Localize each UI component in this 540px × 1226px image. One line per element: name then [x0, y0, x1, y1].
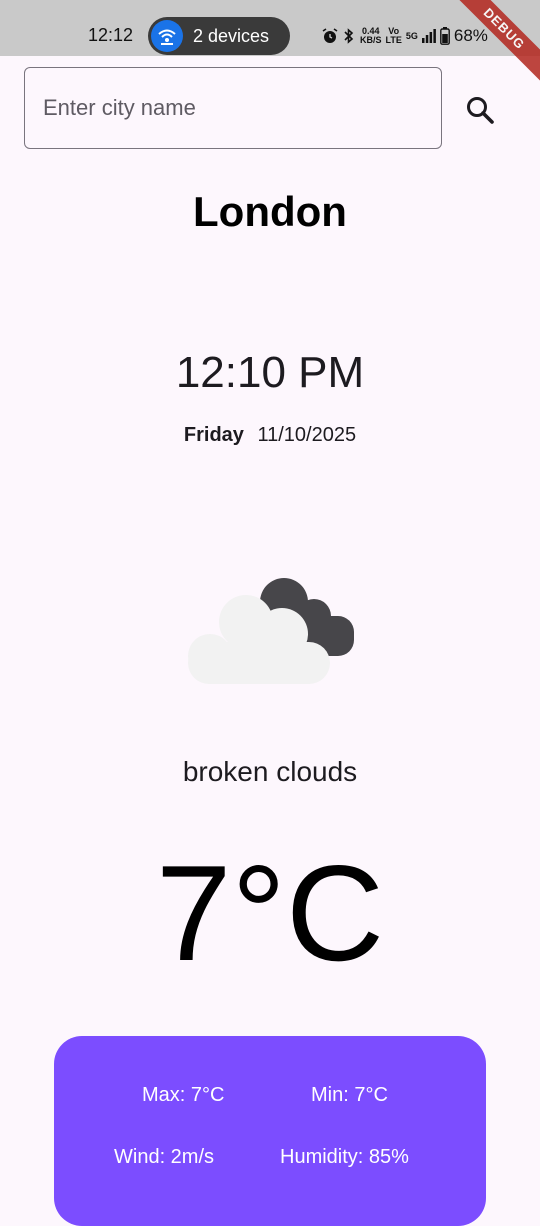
- min-temp: Min: 7°C: [311, 1084, 388, 1106]
- signal-icon: [421, 29, 436, 43]
- broken-clouds-icon: [180, 570, 360, 695]
- status-icons: 0.44 KB/S Vo LTE 5G 68%: [322, 25, 488, 47]
- status-bar: 12:12 2 devices 0.44 KB/S Vo LTE 5G 68%: [0, 0, 540, 56]
- network-type: 5G: [405, 30, 418, 41]
- temperature: 7°C: [155, 837, 385, 989]
- date-row: Friday 11/10/2025: [0, 424, 540, 447]
- date: 11/10/2025: [257, 424, 357, 446]
- devices-label: 2 devices: [193, 26, 270, 46]
- hotspot-icon: [151, 20, 183, 52]
- network-speed: 0.44 KB/S: [360, 26, 382, 45]
- battery-percent: 68%: [453, 26, 488, 45]
- status-time: 12:12: [88, 25, 134, 45]
- city-name: London: [193, 188, 347, 235]
- connected-devices-chip[interactable]: 2 devices: [148, 17, 290, 55]
- humidity: Humidity: 85%: [280, 1146, 409, 1168]
- bluetooth-icon: [344, 28, 354, 44]
- local-time: 12:10 PM: [175, 348, 365, 397]
- weather-details-card: Max: 7°C Min: 7°C Wind: 2m/s Humidity: 8…: [54, 1036, 486, 1226]
- max-temp: Max: 7°C: [142, 1084, 225, 1106]
- weather-condition: broken clouds: [182, 756, 358, 787]
- search-icon: [467, 97, 494, 124]
- city-search-input[interactable]: [24, 67, 442, 149]
- volte-indicator: Vo LTE: [385, 26, 402, 45]
- search-button[interactable]: [458, 88, 502, 132]
- wind-speed: Wind: 2m/s: [114, 1146, 215, 1168]
- weekday: Friday: [183, 424, 244, 446]
- battery-icon: [439, 27, 450, 45]
- alarm-icon: [322, 28, 338, 43]
